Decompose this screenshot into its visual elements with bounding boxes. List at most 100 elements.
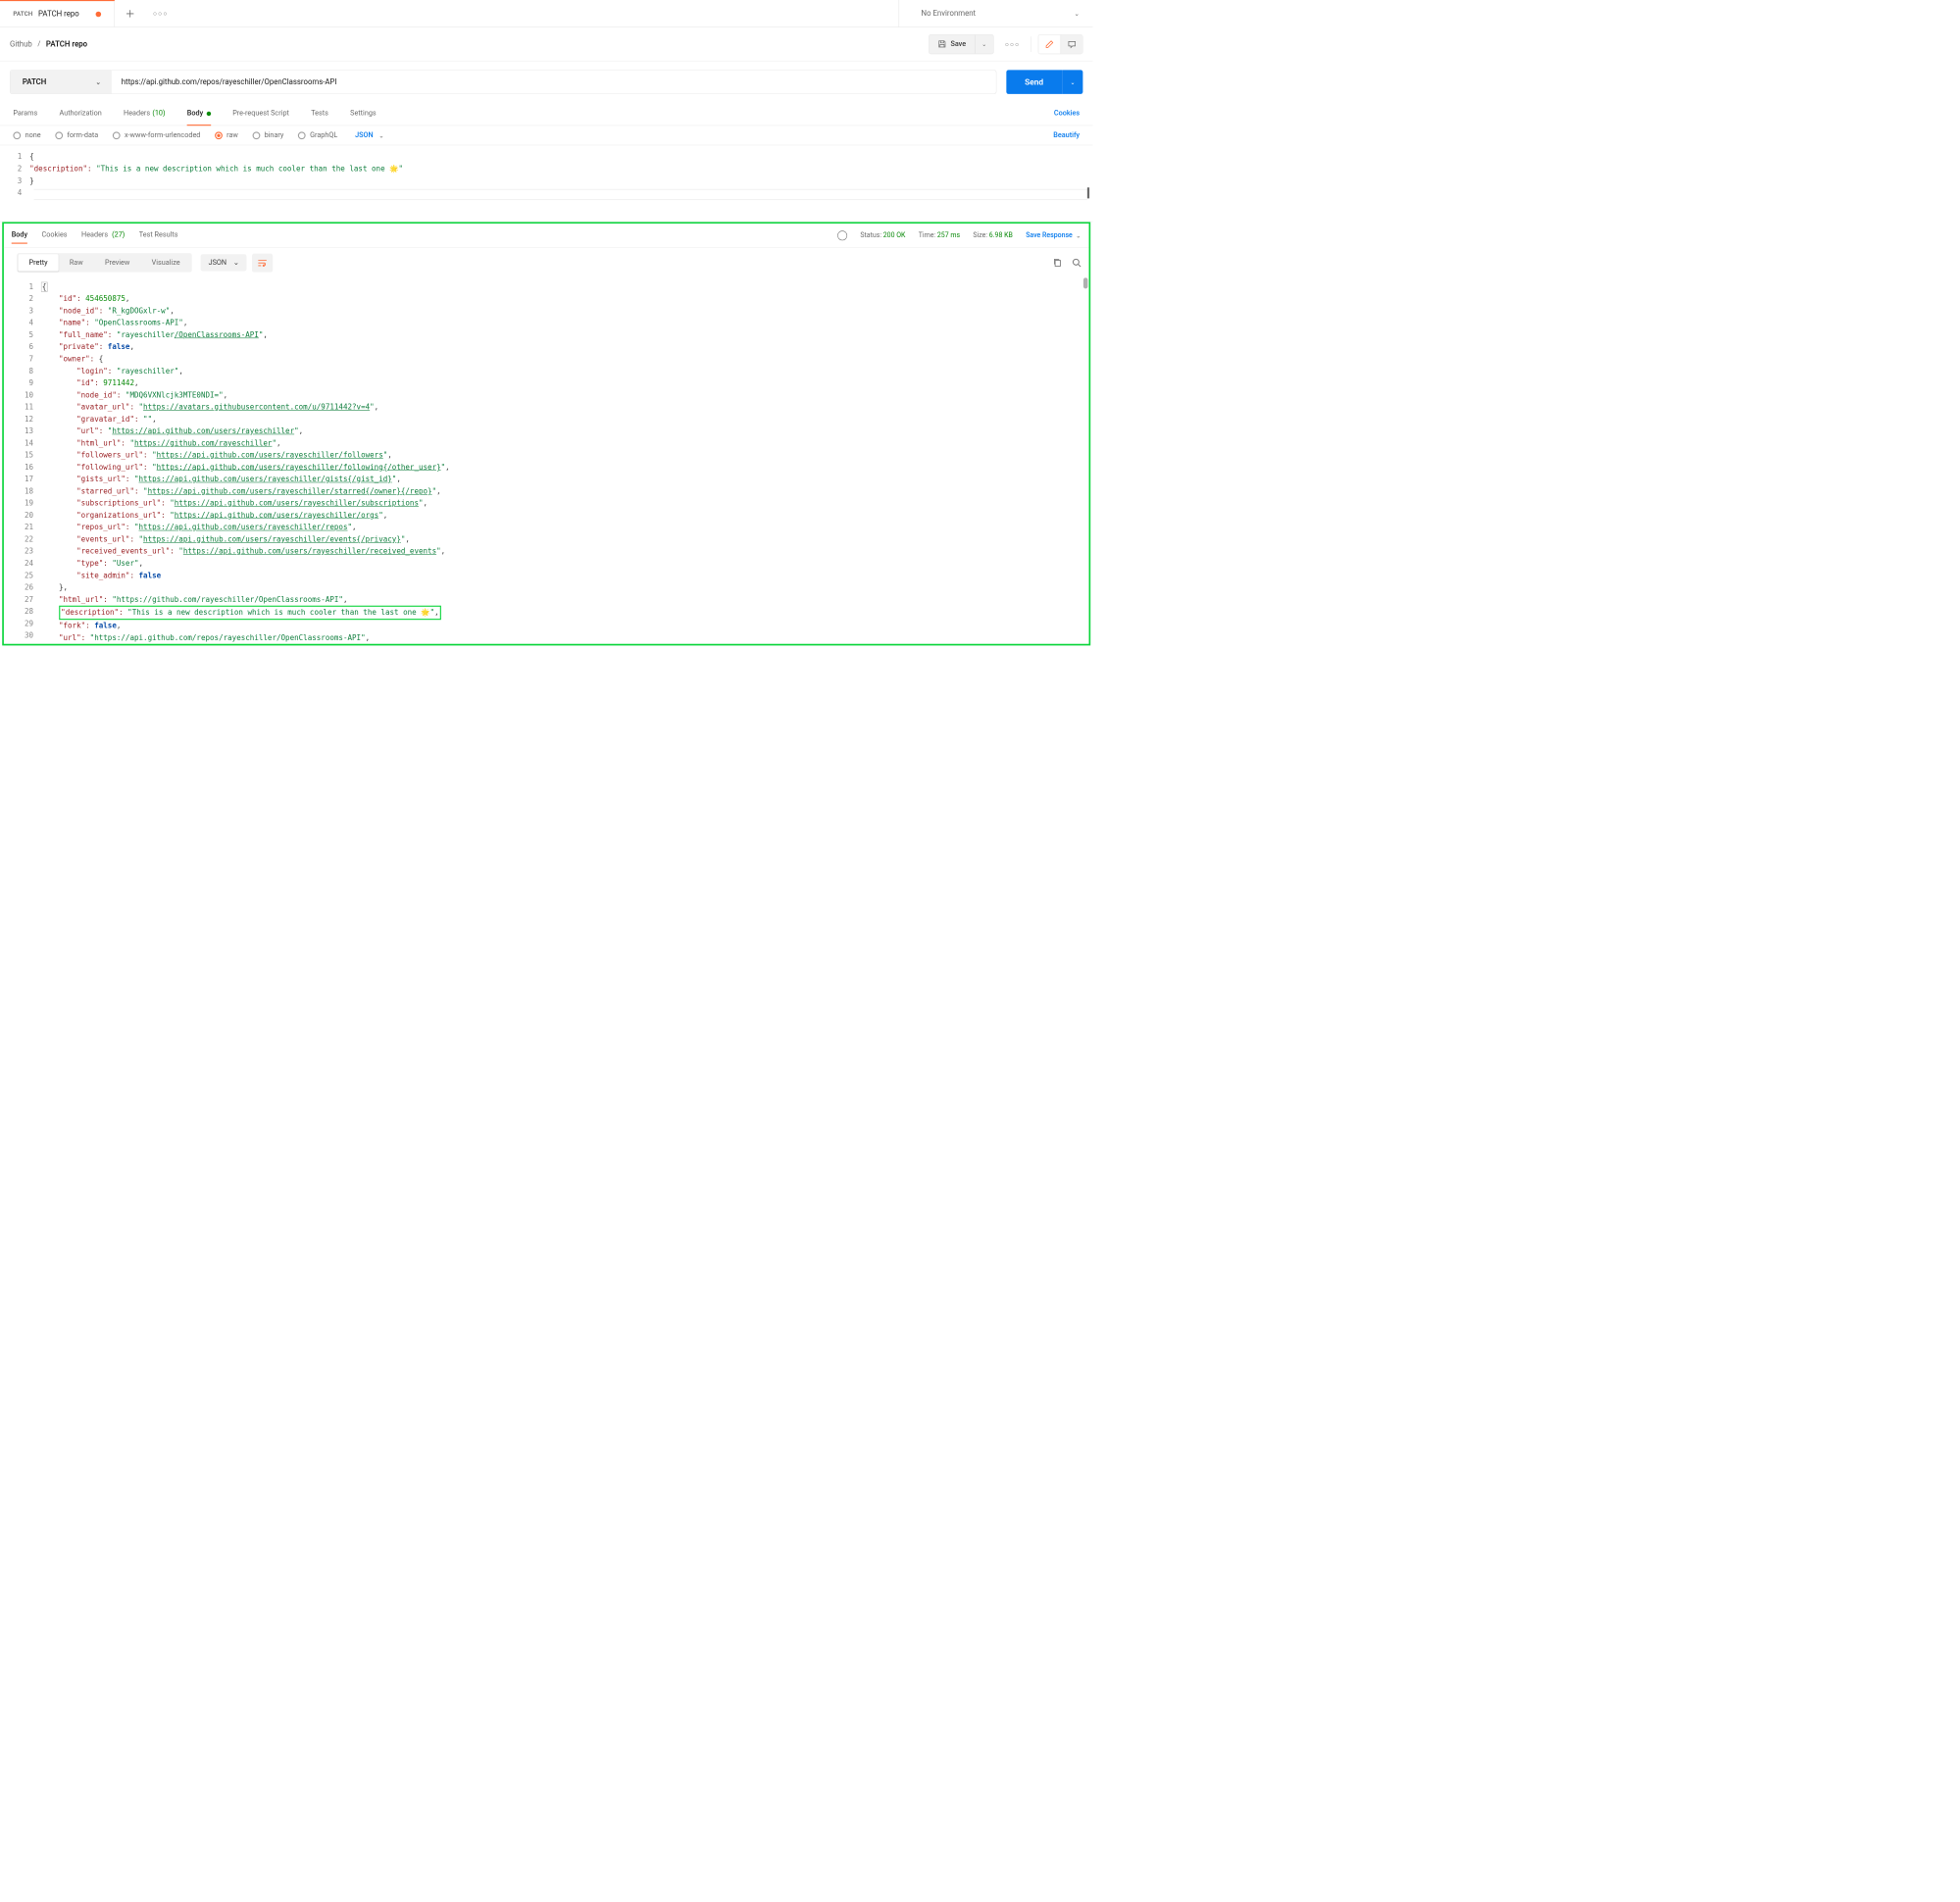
copy-icon — [1053, 258, 1062, 267]
body-type-graphql[interactable]: GraphQL — [298, 131, 337, 139]
chevron-down-icon: ⌄ — [1074, 10, 1080, 18]
body-type-row: none form-data x-www-form-urlencoded raw… — [0, 125, 1092, 145]
pencil-icon — [1045, 39, 1054, 48]
tab-tests[interactable]: Tests — [311, 102, 328, 125]
response-body-editor[interactable]: 1234567891011121314151617181920212223242… — [4, 277, 1089, 644]
body-type-raw[interactable]: raw — [215, 131, 238, 139]
environment-select[interactable]: No Environment ⌄ — [899, 0, 1093, 26]
radio-icon — [252, 131, 260, 139]
more-actions-button[interactable]: ○○○ — [1000, 40, 1024, 48]
chevron-down-icon: ⌄ — [95, 78, 101, 86]
breadcrumb-actions: Save ⌄ ○○○ — [929, 34, 1082, 54]
beautify-link[interactable]: Beautify — [1053, 131, 1080, 139]
view-preview[interactable]: Preview — [94, 254, 141, 271]
comment-icon — [1068, 39, 1077, 48]
body-format-select[interactable]: JSON⌄ — [355, 131, 384, 139]
radio-icon — [13, 131, 21, 139]
tab-params[interactable]: Params — [13, 102, 37, 125]
wrap-icon — [258, 259, 268, 267]
time-value: 257 ms — [937, 231, 960, 239]
resp-tab-headers[interactable]: Headers (27) — [81, 230, 125, 243]
doc-actions — [1038, 34, 1083, 54]
tab-title: PATCH repo — [38, 10, 79, 19]
url-group: PATCH ⌄ https://api.github.com/repos/ray… — [10, 70, 996, 94]
tab-body[interactable]: Body — [187, 102, 211, 125]
breadcrumb-row: Github / PATCH repo Save ⌄ ○○○ — [0, 27, 1092, 62]
scrollbar-thumb[interactable] — [1083, 277, 1087, 288]
line-gutter: 1234567891011121314151617181920212223242… — [14, 281, 41, 644]
tab-settings[interactable]: Settings — [350, 102, 376, 125]
response-meta: Status: 200 OK Time: 257 ms Size: 6.98 K… — [837, 230, 1081, 243]
chevron-down-icon: ⌄ — [378, 131, 384, 139]
resp-headers-count: (27) — [112, 230, 125, 238]
tab-method-label: PATCH — [13, 11, 32, 18]
radio-icon — [298, 131, 306, 139]
tab-headers[interactable]: Headers (10) — [124, 102, 165, 125]
comment-button[interactable] — [1061, 34, 1082, 53]
resp-tab-body[interactable]: Body — [12, 230, 27, 243]
format-select[interactable]: JSON⌄ — [201, 254, 247, 271]
app-root: PATCH PATCH repo ○○○ No Environment ⌄ Gi… — [0, 0, 1092, 1061]
tab-add-button[interactable] — [115, 0, 145, 26]
view-tabs: Pretty Raw Preview Visualize — [17, 253, 192, 273]
search-button[interactable] — [1072, 258, 1081, 267]
send-label: Send — [1006, 70, 1062, 94]
body-indicator-dot-icon — [206, 111, 210, 115]
breadcrumb-sep: / — [37, 40, 40, 48]
resp-tab-results[interactable]: Test Results — [139, 230, 178, 243]
url-row: PATCH ⌄ https://api.github.com/repos/ray… — [0, 61, 1092, 101]
network-icon[interactable] — [837, 230, 847, 240]
status-value: 200 OK — [883, 231, 906, 239]
cursor-icon — [1087, 187, 1089, 198]
method-label: PATCH — [23, 77, 46, 86]
response-code[interactable]: { "id": 454650875, "node_id": "R_kgDOGxl… — [41, 281, 1085, 644]
request-body-editor[interactable]: 1234 { "description": "This is a new des… — [0, 145, 1092, 222]
floppy-icon — [938, 40, 946, 48]
radio-icon — [55, 131, 63, 139]
search-icon — [1072, 258, 1081, 267]
radio-icon — [113, 131, 121, 139]
method-select[interactable]: PATCH ⌄ — [11, 71, 112, 93]
tab-prerequest[interactable]: Pre-request Script — [232, 102, 289, 125]
resp-tab-cookies[interactable]: Cookies — [42, 230, 68, 243]
save-dropdown[interactable]: ⌄ — [976, 34, 994, 53]
view-row: Pretty Raw Preview Visualize JSON⌄ — [4, 248, 1089, 278]
send-button[interactable]: Send ⌄ — [1006, 70, 1082, 94]
line-gutter: 1234 — [3, 151, 29, 199]
save-label: Save — [950, 40, 966, 48]
response-tabs: Body Cookies Headers (27) Test Results S… — [4, 224, 1089, 248]
body-type-urlencoded[interactable]: x-www-form-urlencoded — [113, 131, 201, 139]
tab-authorization[interactable]: Authorization — [60, 102, 102, 125]
radio-checked-icon — [215, 131, 223, 139]
view-right-actions — [1053, 258, 1081, 267]
copy-button[interactable] — [1053, 258, 1062, 267]
body-type-none[interactable]: none — [13, 131, 40, 139]
wrap-toggle[interactable] — [252, 253, 273, 272]
breadcrumb-leaf: PATCH repo — [46, 39, 87, 48]
edit-button[interactable] — [1038, 34, 1060, 53]
chevron-down-icon: ⌄ — [1076, 231, 1081, 239]
headers-count: (10) — [152, 110, 165, 118]
tab-body-label: Body — [187, 110, 203, 118]
save-response-button[interactable]: Save Response ⌄ — [1026, 231, 1081, 239]
tab-overflow-button[interactable]: ○○○ — [145, 0, 176, 26]
breadcrumb-root[interactable]: Github — [10, 39, 32, 48]
size-value: 6.98 KB — [989, 231, 1013, 239]
view-pretty[interactable]: Pretty — [18, 254, 58, 271]
save-button[interactable]: Save ⌄ — [929, 34, 994, 54]
url-input[interactable]: https://api.github.com/repos/rayeschille… — [112, 71, 996, 93]
send-dropdown[interactable]: ⌄ — [1063, 70, 1083, 94]
view-raw[interactable]: Raw — [59, 254, 94, 271]
body-type-binary[interactable]: binary — [252, 131, 283, 139]
request-tabs: Params Authorization Headers (10) Body P… — [0, 102, 1092, 126]
body-type-formdata[interactable]: form-data — [55, 131, 98, 139]
save-button-main[interactable]: Save — [930, 34, 976, 53]
description-highlight: "description": "This is a new descriptio… — [59, 606, 441, 620]
tab-patch-repo[interactable]: PATCH PATCH repo — [0, 0, 115, 26]
plus-icon — [126, 9, 134, 18]
view-visualize[interactable]: Visualize — [140, 254, 190, 271]
cookies-link[interactable]: Cookies — [1054, 110, 1080, 118]
response-panel-highlight: Body Cookies Headers (27) Test Results S… — [2, 222, 1090, 645]
cursor-line — [34, 189, 1087, 200]
tab-headers-label: Headers — [124, 110, 150, 118]
